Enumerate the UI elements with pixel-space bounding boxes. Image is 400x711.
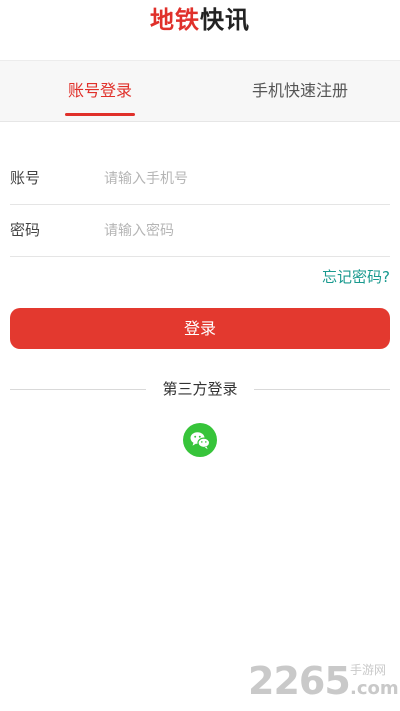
- tab-bar: 账号登录 手机快速注册: [0, 60, 400, 122]
- password-input[interactable]: [104, 216, 384, 246]
- forgot-password-link[interactable]: 忘记密码?: [322, 266, 390, 287]
- watermark-number: 2265: [248, 659, 351, 703]
- watermark-com-text: .com: [350, 678, 399, 699]
- password-row: 密码: [10, 205, 390, 257]
- account-row: 账号: [10, 153, 390, 205]
- wechat-icon: [190, 432, 211, 450]
- password-label: 密码: [10, 221, 41, 239]
- login-button[interactable]: 登录: [10, 308, 390, 349]
- watermark-cn-text: 手游网: [350, 663, 387, 677]
- logo-text-secondary: 快讯: [200, 6, 250, 34]
- active-tab-indicator: [65, 113, 135, 116]
- site-watermark: 2265 手游网 .com: [248, 659, 400, 703]
- third-party-login-section: 第三方登录: [10, 378, 390, 400]
- logo-text-primary: 地铁: [150, 6, 200, 34]
- login-page: 地铁快讯 账号登录 手机快速注册 账号 密码 忘记密码? 登录 第三方登录: [0, 0, 400, 711]
- app-header: 地铁快讯: [0, 0, 400, 60]
- account-label: 账号: [10, 169, 41, 187]
- divider-right: [254, 389, 390, 390]
- app-logo: 地铁快讯: [0, 4, 400, 36]
- account-input[interactable]: [104, 164, 384, 194]
- wechat-login-button[interactable]: [183, 423, 217, 457]
- tab-phone-register[interactable]: 手机快速注册: [200, 61, 400, 122]
